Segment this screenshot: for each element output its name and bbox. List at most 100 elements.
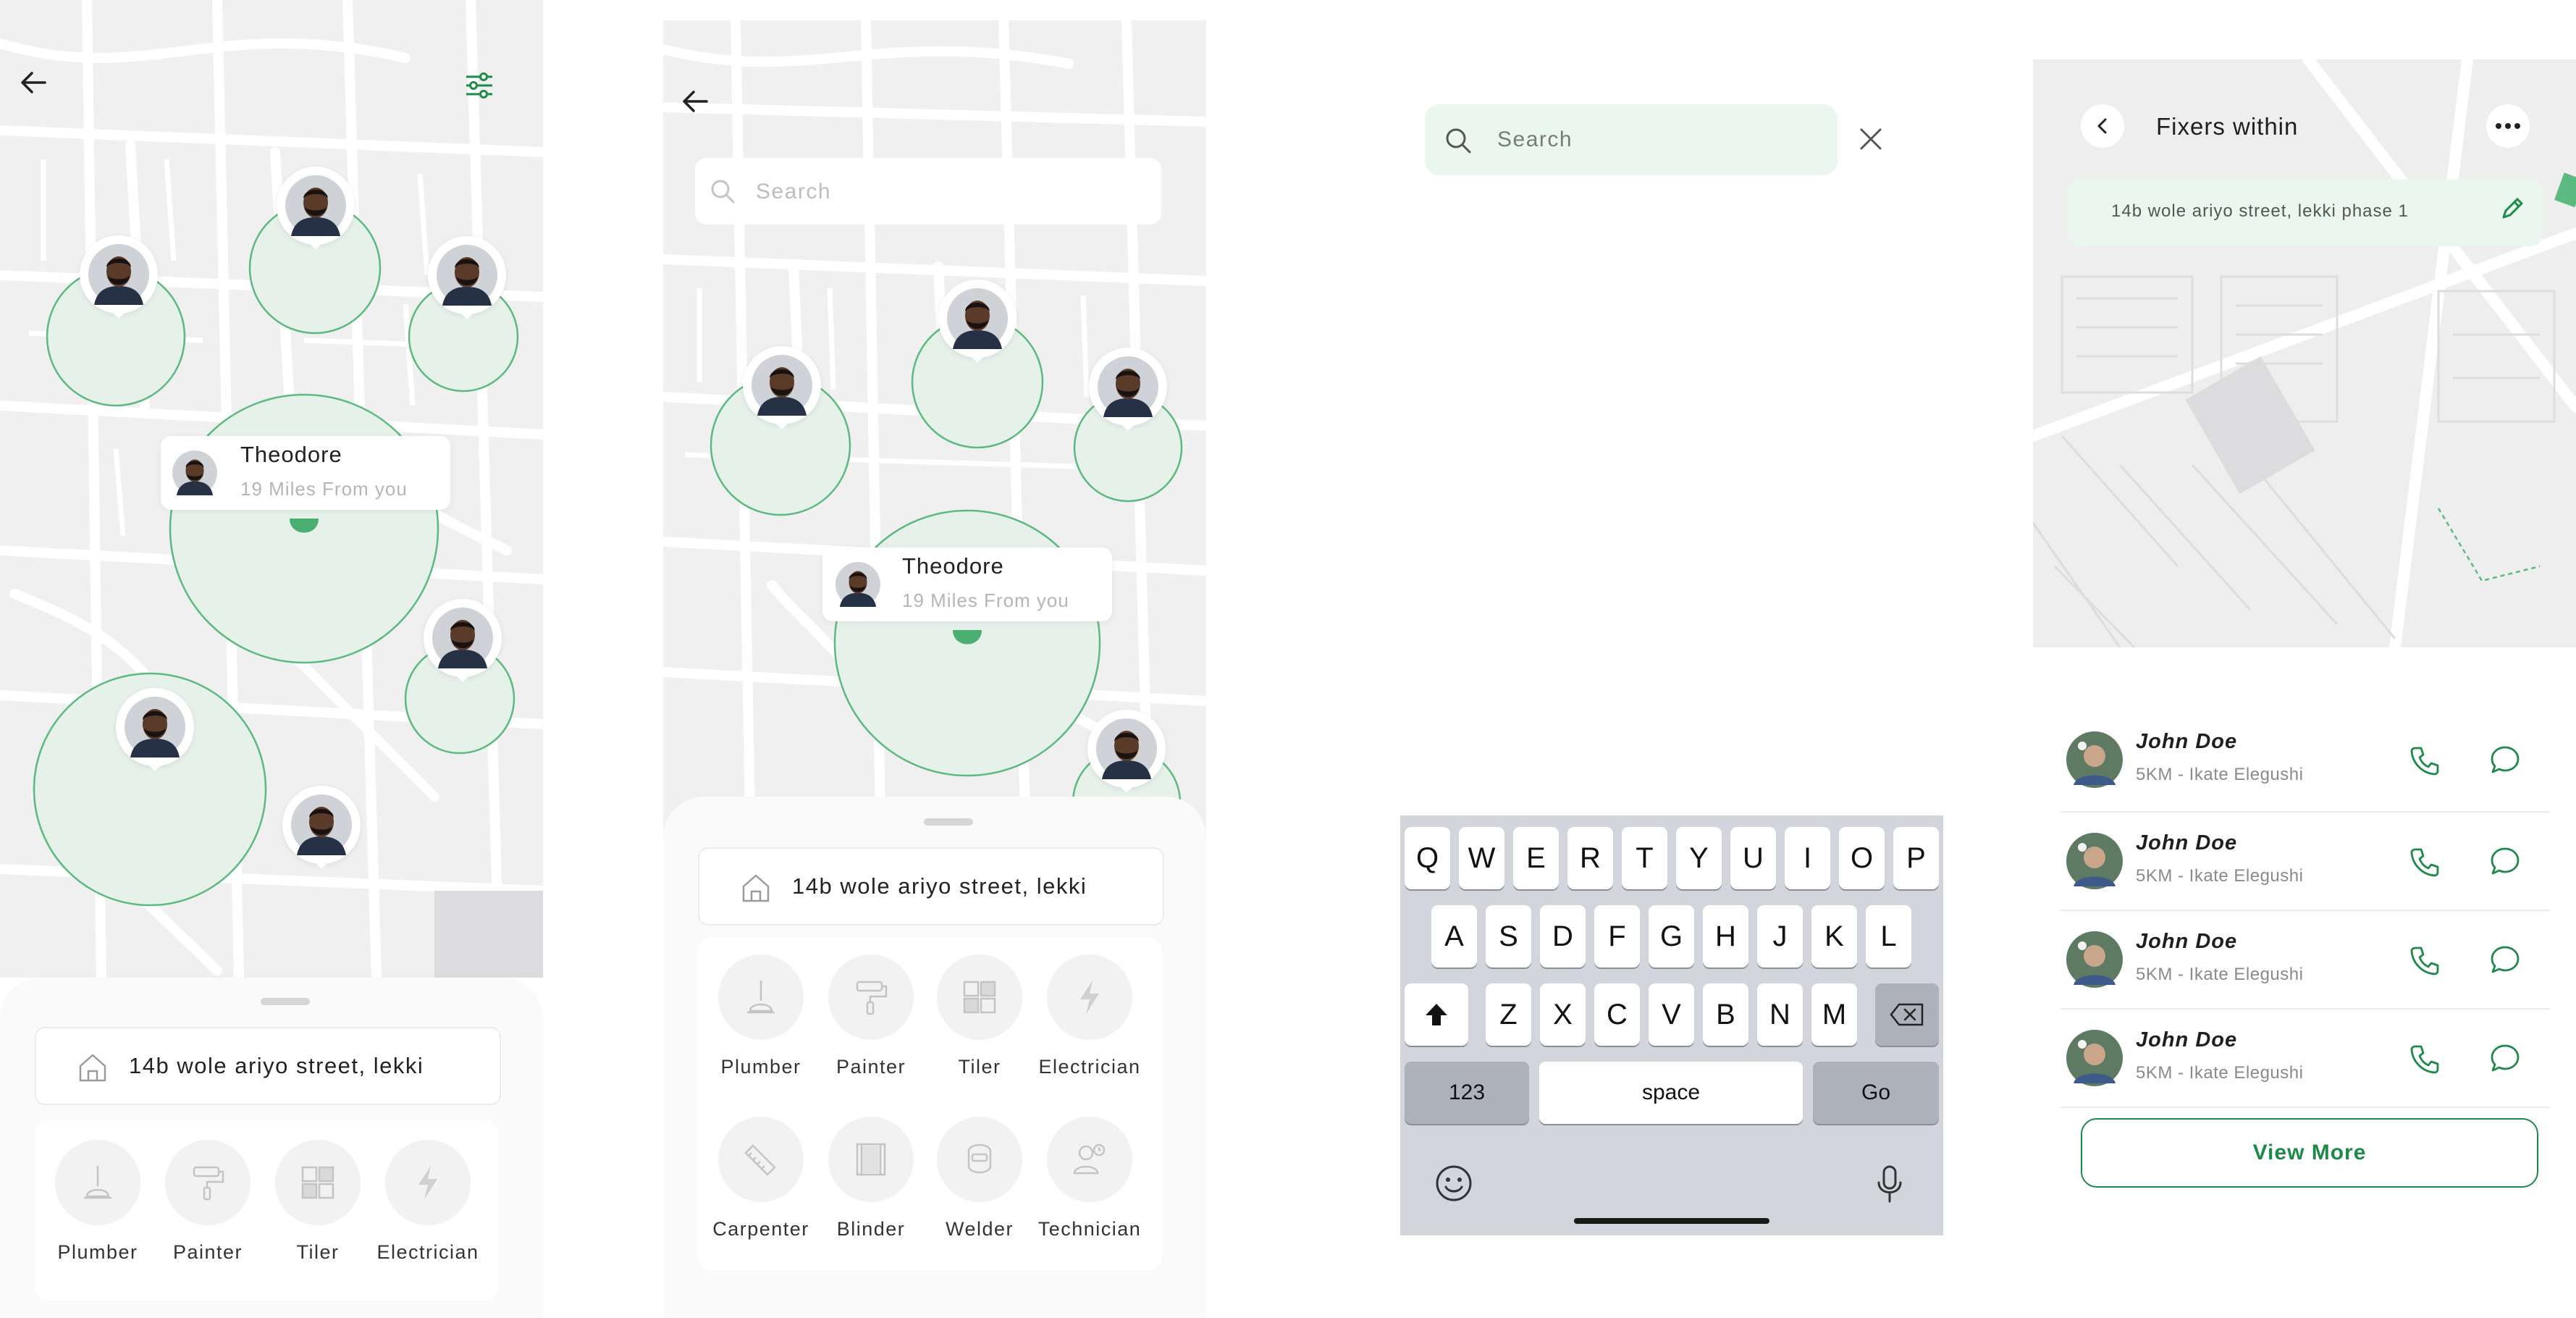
search-input[interactable]: Search bbox=[1425, 104, 1838, 175]
lightning-icon bbox=[418, 1166, 437, 1199]
filter-button[interactable] bbox=[458, 64, 501, 107]
location-bar[interactable]: 14b wole ariyo street, lekki phase 1 bbox=[2068, 180, 2543, 246]
address-field[interactable]: 14b wole ariyo street, lekki bbox=[698, 847, 1164, 925]
category-painter[interactable]: Painter bbox=[828, 954, 914, 1099]
fixer-pin[interactable] bbox=[80, 235, 158, 319]
address-field[interactable]: 14b wole ariyo street, lekki bbox=[35, 1027, 501, 1105]
search-icon bbox=[711, 180, 735, 203]
backspace-key[interactable] bbox=[1875, 983, 1939, 1046]
call-button[interactable] bbox=[2405, 1038, 2446, 1079]
call-button[interactable] bbox=[2405, 940, 2446, 981]
phone-icon bbox=[2410, 1045, 2439, 1074]
key-r[interactable]: R bbox=[1567, 827, 1613, 889]
key-n[interactable]: N bbox=[1757, 983, 1803, 1046]
go-key[interactable]: Go bbox=[1813, 1062, 1939, 1124]
fixer-pin[interactable] bbox=[1089, 348, 1167, 432]
key-u[interactable]: U bbox=[1730, 827, 1776, 889]
fixer-pin[interactable] bbox=[743, 346, 821, 430]
fixer-callout[interactable]: Theodore 19 Miles From you bbox=[822, 547, 1112, 621]
screen-fixers-list: Fixers within 14b wole ariyo street, lek… bbox=[2033, 59, 2576, 1318]
space-key[interactable]: space bbox=[1539, 1062, 1803, 1124]
key-e[interactable]: E bbox=[1513, 827, 1559, 889]
numbers-key[interactable]: 123 bbox=[1405, 1062, 1529, 1124]
fixer-callout[interactable]: Theodore 19 Miles From you bbox=[161, 436, 450, 510]
key-t[interactable]: T bbox=[1622, 827, 1667, 889]
message-button[interactable] bbox=[2485, 1038, 2525, 1079]
view-more-button[interactable]: View More bbox=[2081, 1118, 2538, 1188]
key-b[interactable]: B bbox=[1703, 983, 1748, 1046]
screen-map-fixers: Theodore 19 Miles From you 14b wole ariy… bbox=[0, 0, 543, 1318]
fixer-pin[interactable] bbox=[282, 786, 361, 870]
fixer-pin[interactable] bbox=[1087, 710, 1166, 794]
key-i[interactable]: I bbox=[1785, 827, 1830, 889]
key-o[interactable]: O bbox=[1839, 827, 1885, 889]
key-z[interactable]: Z bbox=[1486, 983, 1531, 1046]
message-button[interactable] bbox=[2485, 841, 2525, 882]
fixer-distance: 19 Miles From you bbox=[240, 478, 408, 500]
avatar bbox=[947, 288, 1008, 349]
key-k[interactable]: K bbox=[1811, 905, 1857, 967]
key-q[interactable]: Q bbox=[1405, 827, 1450, 889]
list-item[interactable]: John Doe 5KM - Ikate Elegushi bbox=[2061, 1010, 2550, 1108]
category-blinder[interactable]: Blinder bbox=[828, 1117, 914, 1262]
key-v[interactable]: V bbox=[1649, 983, 1694, 1046]
fixer-pin[interactable] bbox=[277, 167, 355, 251]
fixer-pin[interactable] bbox=[938, 280, 1016, 364]
category-carpenter[interactable]: Carpenter bbox=[712, 1117, 808, 1262]
message-button[interactable] bbox=[2485, 740, 2525, 781]
fixer-pin[interactable] bbox=[424, 599, 502, 683]
category-electrician[interactable]: Electrician bbox=[376, 1140, 478, 1285]
category-tiler[interactable]: Tiler bbox=[275, 1140, 361, 1285]
arrow-left-icon bbox=[21, 72, 46, 93]
fixer-pin[interactable] bbox=[428, 236, 506, 320]
category-painter[interactable]: Painter bbox=[165, 1140, 251, 1285]
key-m[interactable]: M bbox=[1811, 983, 1857, 1046]
category-plumber[interactable]: Plumber bbox=[718, 954, 804, 1099]
location-marker bbox=[290, 519, 319, 533]
keyboard: Q W E R T Y U I O P A S D F G H J K L Z … bbox=[1400, 815, 1943, 1235]
sheet-handle[interactable] bbox=[261, 998, 310, 1005]
key-x[interactable]: X bbox=[1540, 983, 1586, 1046]
key-w[interactable]: W bbox=[1459, 827, 1504, 889]
category-plumber[interactable]: Plumber bbox=[55, 1140, 140, 1285]
map[interactable] bbox=[2033, 59, 2576, 647]
shift-key[interactable] bbox=[1405, 983, 1468, 1046]
microphone-button[interactable] bbox=[1869, 1163, 1910, 1204]
key-l[interactable]: L bbox=[1866, 905, 1911, 967]
fixer-name: John Doe bbox=[2136, 831, 2238, 855]
back-button[interactable] bbox=[2081, 104, 2124, 148]
more-button[interactable] bbox=[2486, 104, 2530, 148]
key-f[interactable]: F bbox=[1594, 905, 1640, 967]
key-d[interactable]: D bbox=[1540, 905, 1586, 967]
key-g[interactable]: G bbox=[1649, 905, 1694, 967]
key-c[interactable]: C bbox=[1594, 983, 1640, 1046]
fixer-detail: 5KM - Ikate Elegushi bbox=[2136, 1063, 2304, 1083]
category-electrician[interactable]: Electrician bbox=[1038, 954, 1140, 1099]
emoji-button[interactable] bbox=[1434, 1163, 1474, 1204]
back-button[interactable] bbox=[12, 61, 55, 104]
address-text: 14b wole ariyo street, lekki bbox=[792, 873, 1087, 899]
avatar bbox=[1096, 718, 1157, 779]
category-welder[interactable]: Welder bbox=[937, 1117, 1022, 1262]
chevron-left-icon bbox=[2097, 118, 2107, 134]
key-j[interactable]: J bbox=[1757, 905, 1803, 967]
list-item[interactable]: John Doe 5KM - Ikate Elegushi bbox=[2061, 711, 2550, 813]
key-s[interactable]: S bbox=[1486, 905, 1531, 967]
key-h[interactable]: H bbox=[1703, 905, 1748, 967]
list-item[interactable]: John Doe 5KM - Ikate Elegushi bbox=[2061, 911, 2550, 1010]
category-tiler[interactable]: Tiler bbox=[937, 954, 1022, 1099]
key-p[interactable]: P bbox=[1893, 827, 1939, 889]
edit-location-button[interactable] bbox=[2492, 188, 2533, 229]
call-button[interactable] bbox=[2405, 841, 2446, 882]
sheet-handle[interactable] bbox=[924, 818, 973, 826]
search-input[interactable]: Search bbox=[695, 158, 1161, 224]
call-button[interactable] bbox=[2405, 740, 2446, 781]
back-button[interactable] bbox=[673, 80, 717, 123]
message-button[interactable] bbox=[2485, 940, 2525, 981]
category-technician[interactable]: Technician bbox=[1038, 1117, 1140, 1262]
key-a[interactable]: A bbox=[1431, 905, 1477, 967]
close-button[interactable] bbox=[1851, 119, 1891, 159]
key-y[interactable]: Y bbox=[1676, 827, 1722, 889]
list-item[interactable]: John Doe 5KM - Ikate Elegushi bbox=[2061, 813, 2550, 911]
fixer-pin[interactable] bbox=[116, 688, 194, 772]
